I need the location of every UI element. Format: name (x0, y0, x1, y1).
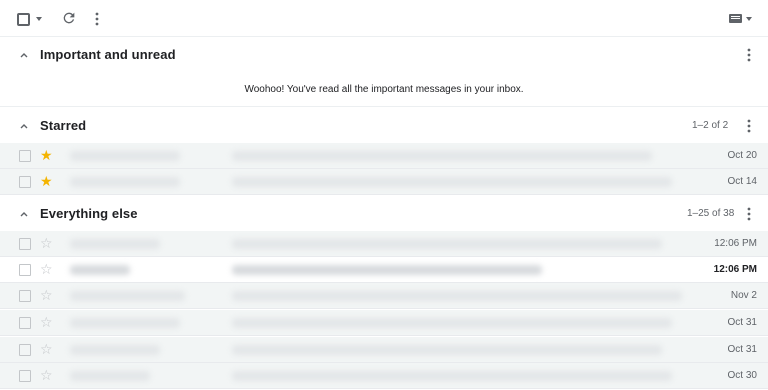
toolbar (0, 0, 768, 37)
subject-redacted (232, 177, 672, 187)
email-row[interactable]: ★ Oct 14 (0, 169, 768, 195)
row-checkbox[interactable] (19, 344, 31, 356)
sender-redacted (70, 345, 160, 355)
section-title: Important and unread (40, 47, 176, 62)
section-count: 1–2 of 2 (692, 120, 729, 131)
subject-redacted (232, 291, 682, 301)
row-checkbox[interactable] (19, 290, 31, 302)
row-checkbox[interactable] (19, 238, 31, 250)
more-vert-icon[interactable] (745, 47, 753, 63)
section-header-everything-else[interactable]: Everything else 1–25 of 38 (0, 196, 768, 231)
keyboard-icon[interactable] (729, 14, 742, 23)
sender-redacted (70, 318, 180, 328)
email-row[interactable]: ☆ Oct 31 (0, 337, 768, 363)
row-checkbox[interactable] (19, 264, 31, 276)
star-icon[interactable]: ★ (40, 148, 54, 162)
row-date: 12:06 PM (714, 238, 757, 249)
star-outline-icon[interactable]: ☆ (40, 262, 54, 276)
subject-redacted (232, 151, 652, 161)
row-checkbox[interactable] (19, 150, 31, 162)
star-outline-icon[interactable]: ☆ (40, 342, 54, 356)
row-date: Oct 14 (727, 176, 757, 187)
star-outline-icon[interactable]: ☆ (40, 288, 54, 302)
star-outline-icon[interactable]: ☆ (40, 368, 54, 382)
row-date: Oct 20 (727, 150, 757, 161)
email-row[interactable]: ★ Oct 20 (0, 143, 768, 169)
more-vert-icon[interactable] (745, 206, 753, 222)
section-count: 1–25 of 38 (687, 208, 735, 219)
row-checkbox[interactable] (19, 317, 31, 329)
row-date: 12:06 PM (713, 264, 757, 275)
refresh-icon[interactable] (61, 10, 77, 26)
subject-redacted (232, 318, 672, 328)
row-date: Nov 2 (730, 290, 757, 301)
star-outline-icon[interactable]: ☆ (40, 315, 54, 329)
email-row[interactable]: ☆ Oct 31 (0, 310, 768, 336)
star-icon[interactable]: ★ (40, 174, 54, 188)
more-vert-icon[interactable] (93, 11, 101, 27)
sender-redacted (70, 239, 160, 249)
sender-redacted (70, 291, 185, 301)
sender-redacted (70, 371, 150, 381)
row-date: Oct 30 (727, 370, 757, 381)
sender-redacted (70, 151, 180, 161)
section-header-starred[interactable]: Starred 1–2 of 2 (0, 108, 768, 143)
empty-inbox-message: Woohoo! You've read all the important me… (0, 72, 768, 107)
email-row[interactable]: ☆ Nov 2 (0, 283, 768, 309)
chevron-up-icon[interactable] (19, 50, 29, 60)
row-date: Oct 31 (727, 317, 757, 328)
row-date: Oct 31 (727, 344, 757, 355)
email-row[interactable]: ☆ Oct 30 (0, 363, 768, 389)
star-outline-icon[interactable]: ☆ (40, 236, 54, 250)
email-row[interactable]: ☆ 12:06 PM (0, 231, 768, 257)
subject-redacted (232, 239, 662, 249)
sender-redacted (70, 177, 180, 187)
more-vert-icon[interactable] (745, 118, 753, 134)
select-all-checkbox[interactable] (17, 13, 30, 26)
row-checkbox[interactable] (19, 176, 31, 188)
select-dropdown-caret-icon[interactable] (36, 17, 42, 21)
chevron-up-icon[interactable] (19, 209, 29, 219)
subject-redacted (232, 265, 542, 275)
email-row-unread[interactable]: ☆ 12:06 PM (0, 257, 768, 283)
chevron-up-icon[interactable] (19, 121, 29, 131)
row-checkbox[interactable] (19, 370, 31, 382)
section-title: Starred (40, 118, 87, 133)
subject-redacted (232, 345, 662, 355)
sender-redacted (70, 265, 130, 275)
subject-redacted (232, 371, 672, 381)
input-tools-caret-icon[interactable] (746, 17, 752, 21)
section-header-important[interactable]: Important and unread (0, 37, 768, 72)
section-title: Everything else (40, 206, 138, 221)
